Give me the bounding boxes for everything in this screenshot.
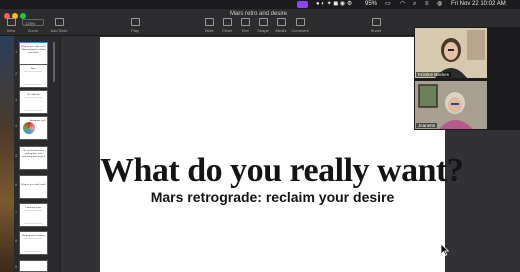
slide-thumbnail-8[interactable]: Working with resistance (19, 231, 48, 255)
add-slide-button[interactable]: Add Slide (48, 18, 70, 33)
table-icon (204, 18, 214, 26)
text-lines (24, 71, 42, 85)
participant-video-tile[interactable]: Jeanette (415, 81, 487, 129)
slide-thumbnail-3[interactable]: The Mars Rx (19, 90, 48, 114)
zoom-label: Zoom (27, 28, 39, 33)
slide-thumbnail-1[interactable]: What do you really want? Mars retrograde… (19, 42, 48, 66)
slide-number: 1 (15, 49, 18, 54)
zoom-dropdown[interactable]: 125% (22, 19, 44, 26)
slide-number: 7 (15, 210, 18, 215)
comment-icon (295, 18, 305, 26)
view-button[interactable]: View (0, 18, 22, 33)
retrograde-wheel-image (23, 122, 35, 134)
play-button[interactable]: Play (124, 18, 146, 33)
window-title: Mars retro and desire (230, 11, 288, 17)
siri-icon[interactable]: ◍ (437, 0, 442, 9)
slide-thumbnail-4[interactable]: Retrograde cycle (19, 116, 48, 140)
media-icon (276, 18, 286, 26)
view-icon (6, 18, 16, 26)
play-icon (130, 18, 140, 26)
text-lines (24, 97, 42, 111)
participant-video-image (415, 28, 487, 78)
participant-video-tile[interactable]: Kristine Backes (415, 28, 487, 78)
search-icon[interactable]: ⌕ (413, 0, 416, 9)
participant-name: Jeanette (416, 123, 438, 128)
text-lines (24, 210, 42, 224)
slide-subheadline[interactable]: Mars retrograde: reclaim your desire (100, 189, 445, 205)
slide-number: 8 (15, 238, 18, 243)
screen-share-icon[interactable] (297, 1, 308, 8)
battery-percent: 95% (365, 1, 378, 7)
slide-thumbnail-6[interactable]: What do you really want? (19, 175, 48, 199)
share-button[interactable]: Share (365, 18, 387, 33)
slide-thumbnail-2[interactable]: Mars (19, 64, 48, 88)
text-icon (240, 18, 250, 26)
participant-video-image (415, 81, 487, 129)
chart-icon (222, 18, 232, 26)
date-time[interactable]: Fri Nov 22 10:02 AM (451, 0, 506, 9)
add-slide-icon (54, 18, 64, 26)
battery-icon[interactable]: ▭ (385, 0, 391, 9)
navigator-scrollbar[interactable] (53, 42, 55, 82)
slide-number: 4 (15, 123, 18, 128)
slide-number: 9 (15, 264, 18, 269)
slide-thumbnail-9[interactable] (19, 260, 48, 272)
slide-number: 3 (15, 97, 18, 102)
desktop-wallpaper (0, 36, 14, 272)
participant-name: Kristine Backes (416, 72, 452, 77)
text-lines (24, 238, 42, 252)
slide-thumbnail-7[interactable]: Practicing desire (19, 203, 48, 227)
slide-number: 2 (15, 71, 18, 76)
slide-headline[interactable]: What do you really want? (100, 152, 464, 190)
slide-number: 6 (15, 182, 18, 187)
slide-number: 5 (15, 153, 18, 158)
menu-bar: ● ◐ ✦ ◼ ◉ ⚙ 95% ▭ ◠ ⌕ ≡ ◍ Fri Nov 22 10:… (0, 0, 520, 9)
wifi-icon[interactable]: ◠ (400, 0, 405, 9)
slide-thumbnail-5[interactable]: We would rather want nothing than want s… (19, 146, 48, 170)
share-icon (371, 18, 381, 26)
control-center-icon[interactable]: ≡ (425, 0, 429, 9)
shape-icon (258, 18, 268, 26)
current-slide[interactable]: What do you really want? Mars retrograde… (100, 37, 464, 272)
mouse-cursor-icon (441, 244, 449, 256)
system-tray-icons[interactable]: ● ◐ ✦ ◼ ◉ ⚙ (316, 0, 352, 9)
comment-button[interactable]: Comment (289, 18, 311, 33)
